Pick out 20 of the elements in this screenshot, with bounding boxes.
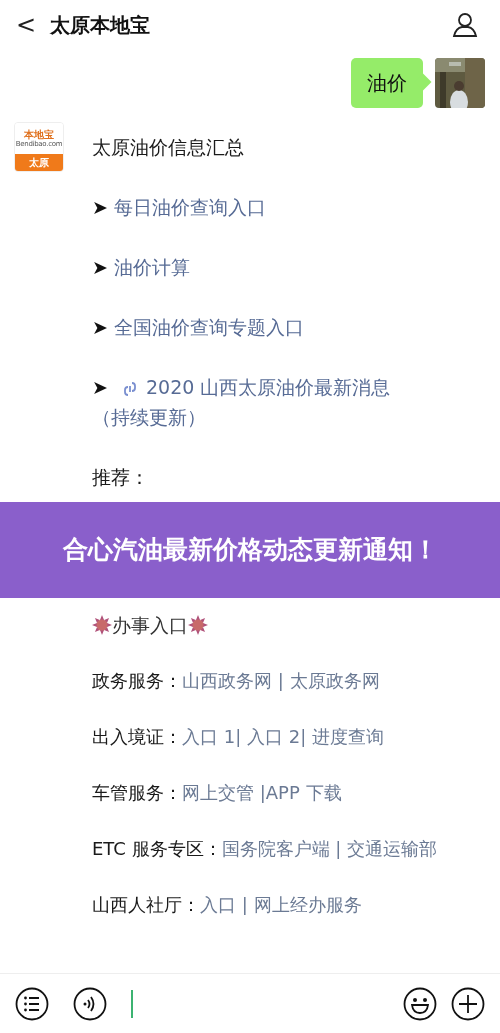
back-button[interactable]: < <box>16 7 40 43</box>
message-title: 太原油价信息汇总 <box>92 135 245 160</box>
link[interactable]: ➤ 油价计算 <box>92 252 412 282</box>
link[interactable]: ➤ 2020 山西太原油价最新消息（持续更新） <box>92 372 412 432</box>
service-label: 政务服务： <box>92 670 182 691</box>
section-title: 办事入口 <box>112 613 188 638</box>
link[interactable]: ➤ 全国油价查询专题入口 <box>92 312 412 342</box>
link[interactable]: ➤ 每日油价查询入口 <box>92 192 412 222</box>
section-label: 推荐： <box>92 465 150 490</box>
chat-title: 太原本地宝 <box>50 12 150 39</box>
service-label: 车管服务： <box>92 782 182 803</box>
service-link[interactable]: 入口 | 网上经办服务 <box>200 894 362 915</box>
title-banner: 合心汽油最新价格动态更新通知！ <box>0 502 500 598</box>
service-link[interactable]: 网上交管 |APP 下载 <box>182 782 342 803</box>
service-link[interactable]: 入口 1| 入口 2| 进度查询 <box>182 726 384 747</box>
service-label: 出入境证： <box>92 726 182 747</box>
service-link[interactable]: 山西政务网 | 太原政务网 <box>182 670 380 691</box>
service-label: 山西人社厅： <box>92 894 200 915</box>
service-link[interactable]: 国务院客户端 | 交通运输部 <box>221 838 438 859</box>
service-label: ETC 服务专区： <box>92 838 222 859</box>
